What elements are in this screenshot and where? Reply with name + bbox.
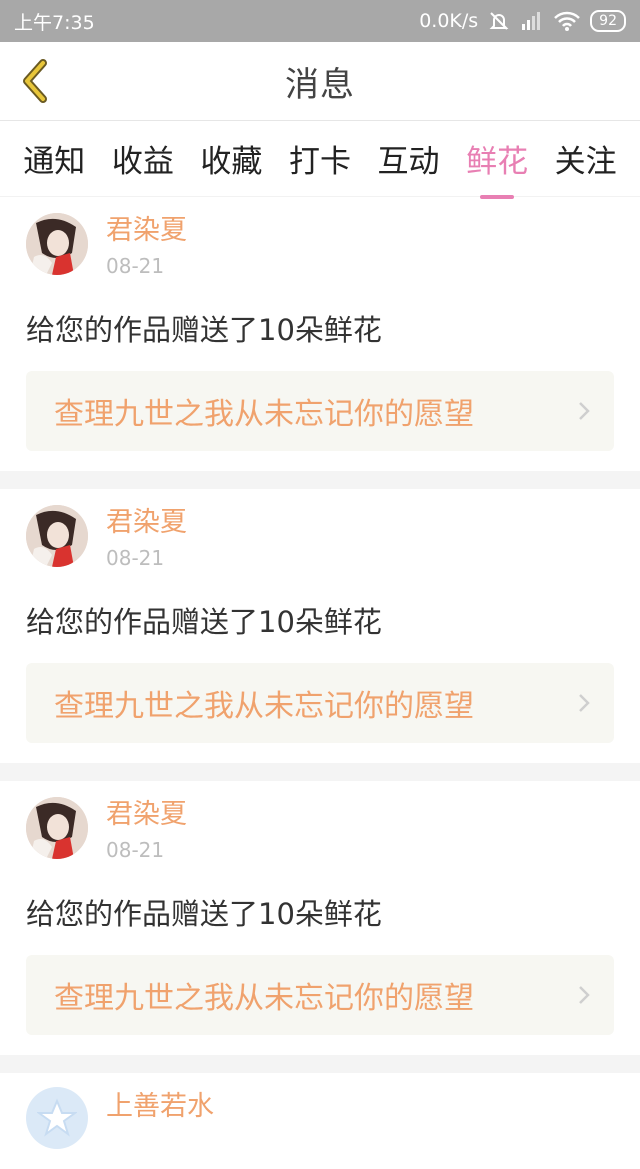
status-time: 上午7:35	[14, 11, 95, 34]
tab-checkin[interactable]: 打卡	[287, 136, 353, 181]
work-link[interactable]: 查理九世之我从未忘记你的愿望	[26, 371, 614, 451]
message-user: 君染夏 08-21	[26, 503, 614, 573]
divider	[0, 1055, 640, 1073]
work-title: 查理九世之我从未忘记你的愿望	[54, 397, 474, 432]
chevron-right-icon	[579, 694, 590, 712]
tab-earnings[interactable]: 收益	[110, 136, 176, 181]
work-link[interactable]: 查理九世之我从未忘记你的愿望	[26, 663, 614, 743]
username[interactable]: 君染夏	[106, 503, 187, 543]
divider	[0, 471, 640, 489]
avatar[interactable]	[26, 505, 88, 567]
avatar[interactable]	[26, 213, 88, 275]
message-item: 君染夏 08-21 给您的作品赠送了10朵鲜花 查理九世之我从未忘记你的愿望	[0, 781, 640, 1055]
work-title: 查理九世之我从未忘记你的愿望	[54, 689, 474, 724]
message-text: 给您的作品赠送了10朵鲜花	[26, 605, 382, 639]
mute-bell-icon	[488, 10, 510, 32]
chevron-right-icon	[579, 986, 590, 1004]
tab-flowers[interactable]: 鲜花	[464, 136, 530, 181]
message-date: 08-21	[106, 546, 165, 570]
message-item: 君染夏 08-21 给您的作品赠送了10朵鲜花 查理九世之我从未忘记你的愿望	[0, 489, 640, 763]
chevron-left-icon	[23, 59, 47, 103]
top-nav-bar: 消息	[0, 42, 640, 121]
battery-icon: 92	[590, 10, 626, 32]
message-text: 给您的作品赠送了10朵鲜花	[26, 897, 382, 931]
work-link[interactable]: 查理九世之我从未忘记你的愿望	[26, 955, 614, 1035]
page-title: 消息	[285, 64, 355, 105]
tab-notifications[interactable]: 通知	[21, 136, 87, 181]
chevron-right-icon	[579, 402, 590, 420]
status-icons: 0.0K/s 92	[419, 10, 626, 32]
username[interactable]: 君染夏	[106, 211, 187, 251]
star-icon	[37, 1098, 77, 1137]
tab-following[interactable]: 关注	[553, 136, 619, 181]
signal-icon	[520, 10, 544, 32]
divider	[0, 763, 640, 781]
message-user: 上善若水	[26, 1087, 614, 1149]
message-date: 08-21	[106, 838, 165, 862]
status-bar: 上午7:35 0.0K/s 92	[0, 0, 640, 42]
tab-favorites[interactable]: 收藏	[198, 136, 264, 181]
tab-interactions[interactable]: 互动	[376, 136, 442, 181]
message-text: 给您的作品赠送了10朵鲜花	[26, 313, 382, 347]
avatar[interactable]	[26, 1087, 88, 1149]
message-item: 上善若水	[0, 1073, 640, 1169]
username[interactable]: 君染夏	[106, 795, 187, 835]
back-button[interactable]	[16, 58, 56, 104]
message-user: 君染夏 08-21	[26, 211, 614, 281]
message-user: 君染夏 08-21	[26, 795, 614, 865]
avatar[interactable]	[26, 797, 88, 859]
username[interactable]: 上善若水	[106, 1087, 214, 1127]
message-tabs: 通知 收益 收藏 打卡 互动 鲜花 关注	[0, 121, 640, 197]
wifi-icon	[554, 11, 581, 31]
network-speed: 0.0K/s	[419, 10, 479, 32]
work-title: 查理九世之我从未忘记你的愿望	[54, 981, 474, 1016]
message-date: 08-21	[106, 254, 165, 278]
message-item: 君染夏 08-21 给您的作品赠送了10朵鲜花 查理九世之我从未忘记你的愿望	[0, 197, 640, 471]
